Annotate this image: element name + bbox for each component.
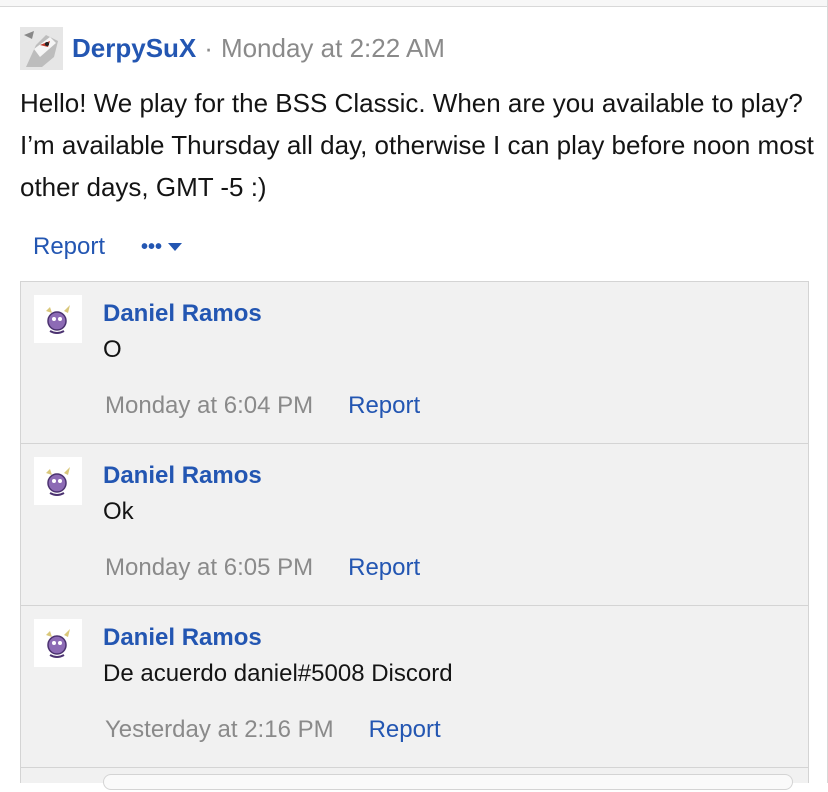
comment-item: Daniel Ramos O Monday at 6:04 PM Report xyxy=(21,282,808,444)
comment-meta: Monday at 6:04 PM Report xyxy=(105,392,420,420)
comment-timestamp[interactable]: Monday at 6:04 PM xyxy=(105,392,313,420)
header-separator: · xyxy=(204,32,213,63)
avatar-creature-icon xyxy=(34,457,82,505)
post-header: DerpySuX · Monday at 2:22 AM xyxy=(20,26,445,70)
post-actions: Report ••• xyxy=(33,228,183,266)
comment-text: O xyxy=(103,336,122,363)
avatar[interactable] xyxy=(34,619,82,667)
comment-timestamp[interactable]: Monday at 6:05 PM xyxy=(105,554,313,582)
comment-timestamp[interactable]: Yesterday at 2:16 PM xyxy=(105,716,334,744)
post-author-link[interactable]: DerpySuX xyxy=(72,33,196,64)
reply-input[interactable] xyxy=(103,774,793,790)
comment-report-link[interactable]: Report xyxy=(348,554,420,582)
comment-report-link[interactable]: Report xyxy=(369,716,441,744)
comment-item: Daniel Ramos Ok Monday at 6:05 PM Report xyxy=(21,444,808,606)
report-link[interactable]: Report xyxy=(33,233,105,261)
comment-author-link[interactable]: Daniel Ramos xyxy=(103,300,262,328)
top-divider xyxy=(0,0,828,7)
comment-author-link[interactable]: Daniel Ramos xyxy=(103,462,262,490)
chevron-down-icon xyxy=(168,243,183,251)
comment-author-link[interactable]: Daniel Ramos xyxy=(103,624,262,652)
comment-text: Ok xyxy=(103,498,134,525)
ellipsis-icon: ••• xyxy=(141,235,163,258)
comment-meta: Monday at 6:05 PM Report xyxy=(105,554,420,582)
more-options-button[interactable]: ••• xyxy=(141,235,183,259)
avatar[interactable] xyxy=(34,457,82,505)
comment-text: De acuerdo daniel#5008 Discord xyxy=(103,660,453,687)
comment-report-link[interactable]: Report xyxy=(348,392,420,420)
avatar-creature-icon xyxy=(34,619,82,667)
comment-list: Daniel Ramos O Monday at 6:04 PM Report … xyxy=(20,281,809,790)
comment-item: Daniel Ramos De acuerdo daniel#5008 Disc… xyxy=(21,606,808,768)
avatar[interactable] xyxy=(34,295,82,343)
comment-meta: Yesterday at 2:16 PM Report xyxy=(105,716,441,744)
avatar-image-icon xyxy=(20,26,63,70)
avatar-creature-icon xyxy=(34,295,82,343)
avatar[interactable] xyxy=(20,26,63,70)
reply-avatar-stub xyxy=(31,772,91,792)
post-body: Hello! We play for the BSS Classic. When… xyxy=(20,88,814,202)
post-timestamp[interactable]: Monday at 2:22 AM xyxy=(221,33,445,64)
